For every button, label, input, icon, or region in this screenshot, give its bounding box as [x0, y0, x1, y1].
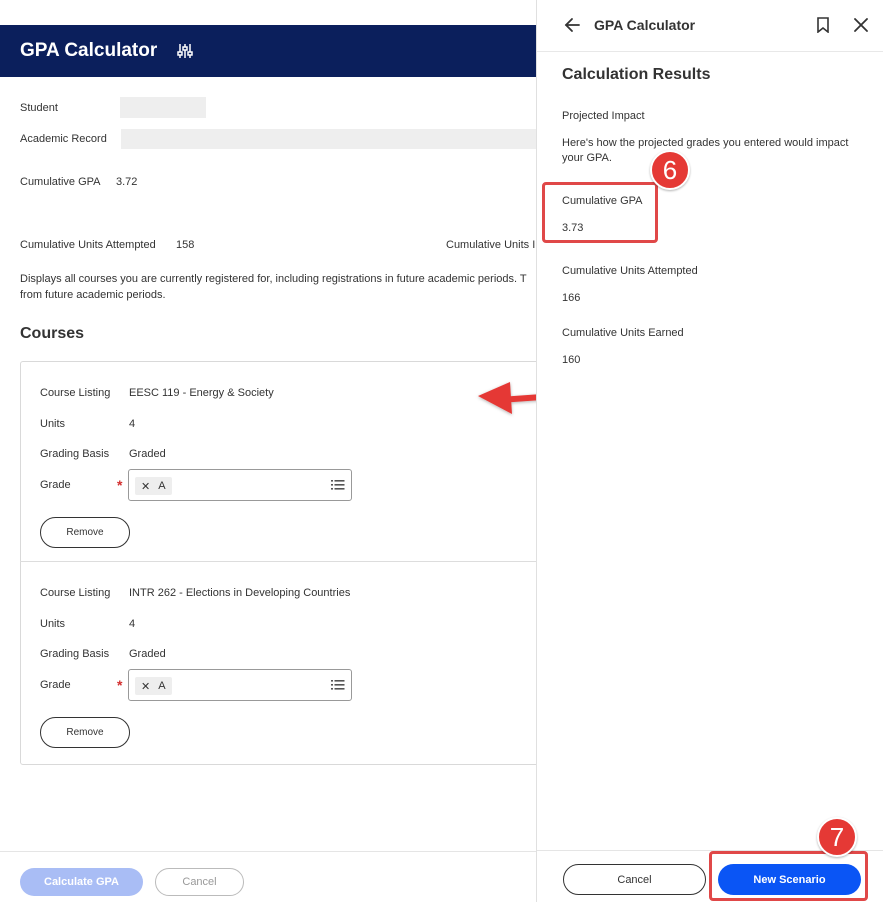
- panel-header: GPA Calculator: [537, 0, 883, 52]
- step-badge-6: 6: [650, 150, 690, 190]
- cancel-button[interactable]: Cancel: [155, 868, 244, 896]
- required-asterisk: *: [117, 477, 123, 493]
- courses-description: Displays all courses you are currently r…: [20, 273, 527, 301]
- footer-divider: [0, 851, 536, 852]
- remove-button[interactable]: Remove: [40, 517, 130, 548]
- page-header: GPA Calculator: [0, 25, 536, 77]
- remove-chip-icon[interactable]: ✕: [141, 480, 150, 493]
- student-label: Student: [20, 102, 58, 114]
- projected-impact-label: Projected Impact: [562, 110, 645, 122]
- projected-units-earned-value: 160: [562, 354, 581, 366]
- academic-record-value-redacted: [121, 129, 536, 149]
- units-attempted-value: 158: [176, 239, 195, 251]
- grade-label: Grade: [40, 679, 71, 691]
- highlight-box-gpa: [542, 182, 658, 243]
- projected-units-earned-label: Cumulative Units Earned: [562, 327, 684, 339]
- top-strip: [0, 0, 536, 25]
- course-listing-label: Course Listing: [40, 587, 111, 599]
- projected-impact-text-line1: Here's how the projected grades you ente…: [562, 137, 849, 149]
- list-prompt-icon[interactable]: [331, 478, 345, 492]
- courses-container: [20, 361, 536, 765]
- units-label: Units: [40, 618, 66, 630]
- projected-impact-text-line2: your GPA.: [562, 152, 612, 164]
- highlight-box-new-scenario: [709, 851, 868, 901]
- close-icon[interactable]: [854, 18, 868, 32]
- back-arrow-icon[interactable]: [564, 17, 580, 33]
- grade-chip[interactable]: ✕ A: [135, 677, 172, 695]
- cumulative-gpa-label: Cumulative GPA: [20, 176, 101, 188]
- grade-chip-value: A: [158, 480, 166, 492]
- remove-chip-icon[interactable]: ✕: [141, 680, 150, 693]
- course-listing-label: Course Listing: [40, 387, 111, 399]
- course-divider: [20, 561, 536, 562]
- remove-button[interactable]: Remove: [40, 717, 130, 748]
- units-earned-label: Cumulative Units I: [446, 239, 536, 251]
- grading-basis-label: Grading Basis: [40, 648, 110, 660]
- units-attempted-label: Cumulative Units Attempted: [20, 239, 156, 251]
- grade-label: Grade: [40, 479, 71, 491]
- course-listing-value: EESC 119 - Energy & Society: [129, 387, 274, 399]
- calculate-gpa-button[interactable]: Calculate GPA: [20, 868, 143, 896]
- results-heading: Calculation Results: [562, 66, 711, 83]
- related-actions-icon[interactable]: [177, 42, 195, 60]
- cumulative-gpa-value: 3.72: [116, 176, 138, 188]
- units-value: 4: [129, 418, 136, 430]
- side-panel: GPA Calculator Calculation Results Proje…: [536, 0, 883, 902]
- student-value-redacted: [120, 97, 206, 118]
- grading-basis-value: Graded: [129, 648, 166, 660]
- panel-cancel-button[interactable]: Cancel: [563, 864, 706, 895]
- panel-title: GPA Calculator: [594, 17, 696, 33]
- grading-basis-value: Graded: [129, 448, 166, 460]
- main-page: GPA Calculator Student Academic Record C…: [0, 0, 536, 902]
- required-asterisk: *: [117, 677, 123, 693]
- grade-input[interactable]: ✕ A: [128, 669, 352, 701]
- courses-heading: Courses: [20, 325, 85, 342]
- step-badge-7: 7: [817, 817, 857, 857]
- projected-units-attempted-label: Cumulative Units Attempted: [562, 265, 698, 277]
- bookmark-icon[interactable]: [816, 17, 830, 33]
- units-label: Units: [40, 418, 66, 430]
- grade-input[interactable]: ✕ A: [128, 469, 352, 501]
- grading-basis-label: Grading Basis: [40, 448, 110, 460]
- academic-record-label: Academic Record: [20, 133, 107, 145]
- grade-chip-value: A: [158, 680, 166, 692]
- course-listing-value: INTR 262 - Elections in Developing Count…: [129, 587, 351, 599]
- list-prompt-icon[interactable]: [331, 678, 345, 692]
- projected-units-attempted-value: 166: [562, 292, 581, 304]
- grade-chip[interactable]: ✕ A: [135, 477, 172, 495]
- page-title: GPA Calculator: [20, 40, 158, 61]
- units-value: 4: [129, 618, 136, 630]
